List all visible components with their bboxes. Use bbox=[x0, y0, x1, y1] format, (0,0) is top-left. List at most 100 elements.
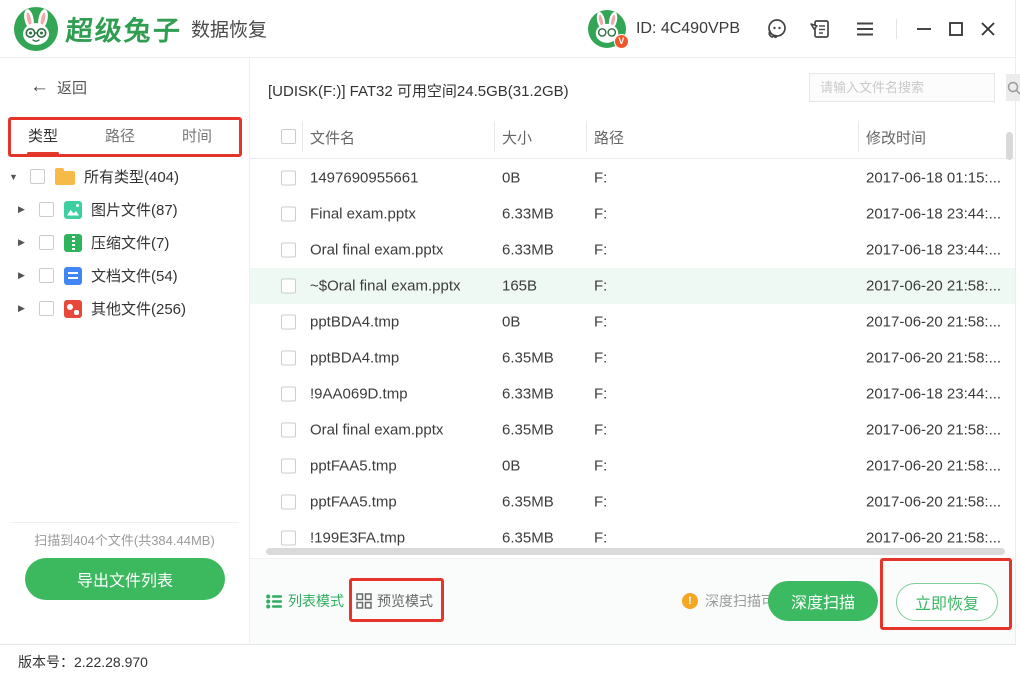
version-label: 版本号：2.22.28.970 bbox=[18, 652, 148, 672]
caret-icon[interactable]: ▶ bbox=[18, 237, 32, 248]
tree-item-label: 文档文件(54) bbox=[91, 265, 178, 286]
deep-scan-button[interactable]: 深度扫描 bbox=[768, 581, 878, 621]
export-file-list-button[interactable]: 导出文件列表 bbox=[25, 558, 225, 600]
select-all-checkbox[interactable] bbox=[281, 129, 296, 144]
footer-bar: 列表模式 预览模式 ! 深度扫描可以找到更多文件 深度扫描 立即恢复 bbox=[250, 558, 1015, 644]
cell-size: 6.33MB bbox=[502, 242, 554, 259]
table-row[interactable]: Oral final exam.pptx6.35MBF:2017-06-20 2… bbox=[250, 412, 1015, 448]
tree-item-label: 图片文件(87) bbox=[91, 199, 178, 220]
caret-icon[interactable]: ▶ bbox=[18, 204, 32, 215]
table-row[interactable]: pptFAA5.tmp6.35MBF:2017-06-20 21:58:... bbox=[250, 484, 1015, 520]
row-checkbox[interactable] bbox=[281, 387, 296, 402]
row-checkbox[interactable] bbox=[281, 171, 296, 186]
cell-path: F: bbox=[594, 350, 607, 367]
row-checkbox[interactable] bbox=[281, 243, 296, 258]
maximize-icon bbox=[947, 20, 965, 38]
hamburger-menu-icon bbox=[853, 17, 877, 41]
row-checkbox[interactable] bbox=[281, 531, 296, 546]
close-button[interactable] bbox=[977, 18, 999, 40]
search-input[interactable] bbox=[810, 74, 1006, 101]
other-file-icon bbox=[64, 300, 82, 318]
column-divider bbox=[302, 121, 303, 152]
tree-checkbox[interactable] bbox=[39, 301, 54, 316]
column-header-size[interactable]: 大小 bbox=[502, 127, 532, 148]
list-mode-icon bbox=[266, 594, 283, 609]
feedback-button[interactable] bbox=[808, 16, 834, 42]
table-row[interactable]: 14976909556610BF:2017-06-18 01:15:... bbox=[250, 160, 1015, 196]
maximize-button[interactable] bbox=[945, 18, 967, 40]
row-checkbox[interactable] bbox=[281, 495, 296, 510]
back-label: 返回 bbox=[57, 77, 87, 98]
scan-summary: 扫描到404个文件(共384.44MB) bbox=[0, 530, 249, 549]
file-type-tree: ▼所有类型(404)▶图片文件(87)▶压缩文件(7)▶文档文件(54)▶其他文… bbox=[0, 160, 249, 325]
row-checkbox[interactable] bbox=[281, 207, 296, 222]
tree-item-document[interactable]: ▶ 文档文件(54) bbox=[0, 259, 249, 292]
cell-modified: 2017-06-18 23:44:... bbox=[866, 386, 1001, 403]
table-row[interactable]: !9AA069D.tmp6.33MBF:2017-06-18 23:44:... bbox=[250, 376, 1015, 412]
cell-size: 6.35MB bbox=[502, 422, 554, 439]
table-row[interactable]: pptBDA4.tmp6.35MBF:2017-06-20 21:58:... bbox=[250, 340, 1015, 376]
column-header-modified[interactable]: 修改时间 bbox=[866, 127, 926, 148]
cell-path: F: bbox=[594, 242, 607, 259]
cell-modified: 2017-06-20 21:58:... bbox=[866, 422, 1001, 439]
tree-checkbox[interactable] bbox=[30, 169, 45, 184]
preview-mode-button[interactable]: 预览模式 bbox=[356, 591, 433, 611]
close-icon bbox=[979, 20, 997, 38]
recover-now-button[interactable]: 立即恢复 bbox=[896, 583, 998, 621]
customer-service-button[interactable] bbox=[764, 16, 790, 42]
table-row[interactable]: pptBDA4.tmp0BF:2017-06-20 21:58:... bbox=[250, 304, 1015, 340]
row-checkbox[interactable] bbox=[281, 315, 296, 330]
table-header: 文件名 大小 路径 修改时间 bbox=[250, 115, 1015, 159]
row-checkbox[interactable] bbox=[281, 351, 296, 366]
cell-filename: Oral final exam.pptx bbox=[310, 422, 443, 439]
tree-item-image[interactable]: ▶ 图片文件(87) bbox=[0, 193, 249, 226]
tab-time[interactable]: 时间 bbox=[182, 125, 212, 152]
minimize-button[interactable] bbox=[913, 18, 935, 40]
main-menu-button[interactable] bbox=[852, 16, 878, 42]
vertical-scrollbar[interactable] bbox=[1006, 132, 1013, 160]
horizontal-scrollbar[interactable] bbox=[266, 548, 1005, 555]
tree-checkbox[interactable] bbox=[39, 235, 54, 250]
archive-file-icon bbox=[64, 234, 82, 252]
search-button[interactable] bbox=[1006, 74, 1020, 101]
main-panel: [UDISK(F:)] FAT32 可用空间24.5GB(31.2GB) 文件名… bbox=[250, 58, 1015, 644]
tree-item-archive[interactable]: ▶压缩文件(7) bbox=[0, 226, 249, 259]
tree-checkbox[interactable] bbox=[39, 202, 54, 217]
tree-checkbox[interactable] bbox=[39, 268, 54, 283]
tab-type[interactable]: 类型 bbox=[28, 125, 58, 152]
app-window: 超级兔子 数据恢复 V ID: 4C490VPB bbox=[0, 0, 1016, 645]
user-avatar[interactable]: V bbox=[588, 10, 626, 48]
cell-modified: 2017-06-20 21:58:... bbox=[866, 314, 1001, 331]
cell-size: 0B bbox=[502, 170, 520, 187]
tree-item-folder[interactable]: ▼ 所有类型(404) bbox=[0, 160, 249, 193]
vip-badge: V bbox=[614, 34, 629, 49]
title-bar: 超级兔子 数据恢复 V ID: 4C490VPB bbox=[0, 0, 1015, 58]
cell-modified: 2017-06-20 21:58:... bbox=[866, 350, 1001, 367]
caret-icon[interactable]: ▶ bbox=[18, 270, 32, 281]
column-header-path[interactable]: 路径 bbox=[594, 127, 624, 148]
folder-file-icon bbox=[55, 171, 75, 185]
table-row[interactable]: Final exam.pptx6.33MBF:2017-06-18 23:44:… bbox=[250, 196, 1015, 232]
list-mode-button[interactable]: 列表模式 bbox=[266, 591, 344, 611]
table-row[interactable]: Oral final exam.pptx6.33MBF:2017-06-18 2… bbox=[250, 232, 1015, 268]
table-row[interactable]: pptFAA5.tmp0BF:2017-06-20 21:58:... bbox=[250, 448, 1015, 484]
preview-mode-label: 预览模式 bbox=[377, 591, 433, 611]
column-divider bbox=[494, 121, 495, 152]
cell-size: 0B bbox=[502, 458, 520, 475]
search-icon bbox=[1006, 80, 1020, 96]
brand-name: 超级兔子 bbox=[65, 9, 184, 48]
caret-icon[interactable]: ▼ bbox=[9, 172, 23, 182]
tab-path[interactable]: 路径 bbox=[105, 125, 135, 152]
headset-icon bbox=[765, 17, 789, 41]
row-checkbox[interactable] bbox=[281, 279, 296, 294]
column-header-filename[interactable]: 文件名 bbox=[310, 127, 355, 148]
tree-item-label: 所有类型(404) bbox=[84, 166, 179, 187]
row-checkbox[interactable] bbox=[281, 459, 296, 474]
caret-icon[interactable]: ▶ bbox=[18, 303, 32, 314]
list-mode-label: 列表模式 bbox=[288, 591, 344, 611]
row-checkbox[interactable] bbox=[281, 423, 296, 438]
back-button[interactable]: ← 返回 bbox=[30, 76, 87, 98]
tree-item-other[interactable]: ▶其他文件(256) bbox=[0, 292, 249, 325]
minimize-icon bbox=[915, 20, 933, 38]
table-row[interactable]: ~$Oral final exam.pptx165BF:2017-06-20 2… bbox=[250, 268, 1015, 304]
